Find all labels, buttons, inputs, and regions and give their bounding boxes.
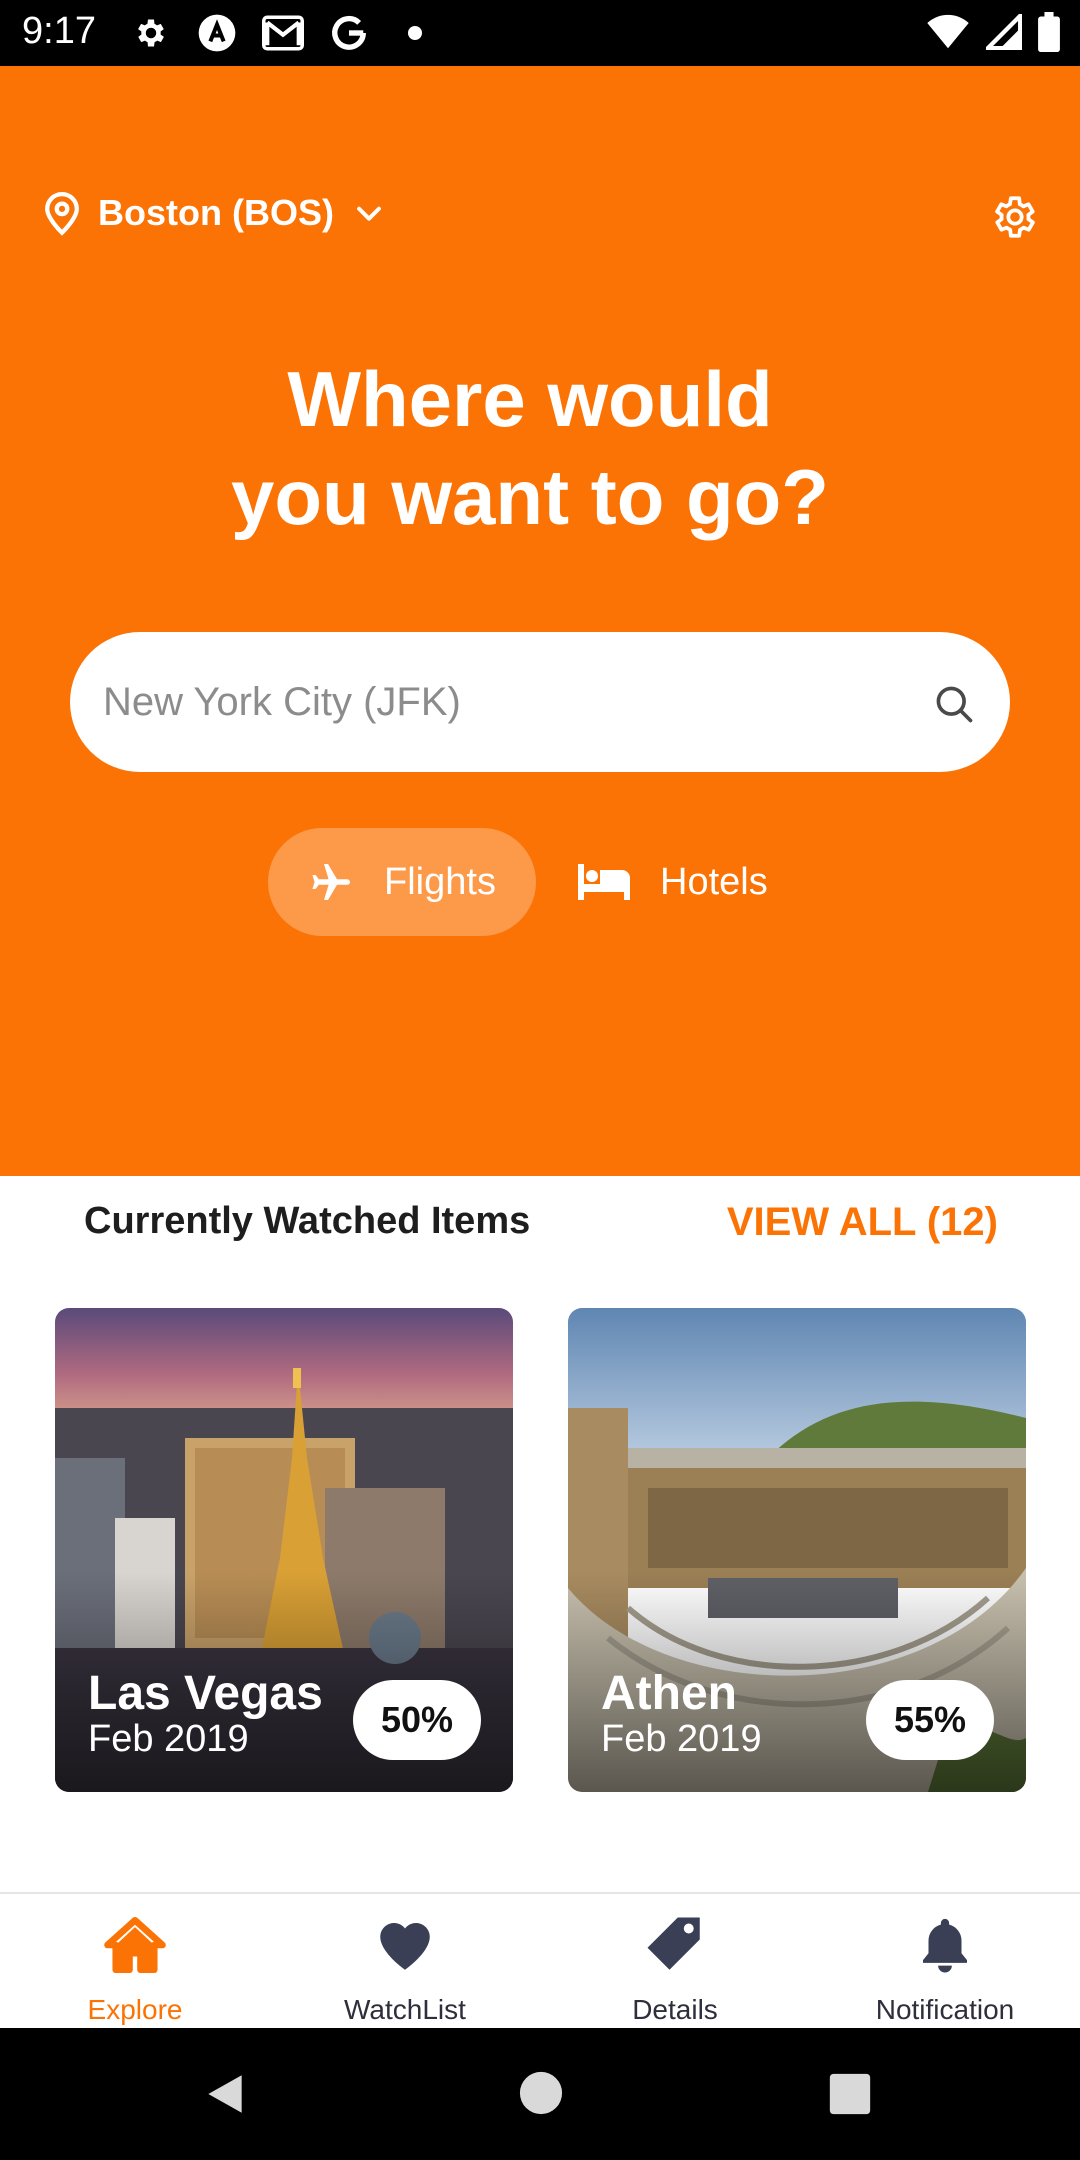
nav-watchlist[interactable]: WatchList <box>270 1894 540 2030</box>
card-date: Feb 2019 <box>88 1718 249 1760</box>
nav-explore-label: Explore <box>87 1994 183 2025</box>
tab-flights[interactable]: Flights <box>268 828 536 936</box>
nav-details-label: Details <box>632 1994 718 2025</box>
tab-hotels-label: Hotels <box>660 860 768 903</box>
heart-icon <box>380 1923 430 1970</box>
wifi-icon <box>926 14 970 55</box>
watched-card-las-vegas[interactable]: Las Vegas Feb 2019 50% <box>55 1308 513 1792</box>
nav-details[interactable]: Details <box>540 1894 810 2030</box>
home-icon <box>104 1916 166 1974</box>
headline-line-2: you want to go? <box>231 453 829 541</box>
card-destination: Las Vegas <box>88 1667 323 1720</box>
card-destination: Athen <box>601 1667 737 1720</box>
search-icon[interactable] <box>932 682 976 726</box>
card-date: Feb 2019 <box>601 1718 762 1760</box>
tab-hotels[interactable]: Hotels <box>576 828 768 936</box>
section-title: Currently Watched Items <box>84 1200 531 1242</box>
battery-icon <box>1038 12 1060 57</box>
home-button-icon[interactable] <box>518 2070 564 2116</box>
location-label: Boston (BOS) <box>98 192 334 233</box>
signal-icon <box>982 10 1023 55</box>
notification-icons <box>130 12 436 54</box>
tag-icon <box>647 1917 700 1970</box>
watched-card-athen[interactable]: Athen Feb 2019 55% <box>568 1308 1026 1792</box>
nav-notification-label: Notification <box>875 1994 1015 2025</box>
dot-icon <box>394 12 436 54</box>
bell-icon <box>923 1918 967 1973</box>
card-percent-badge: 50% <box>353 1680 481 1760</box>
back-icon[interactable] <box>200 2068 250 2120</box>
headline-line-1: Where would <box>287 355 773 443</box>
view-all-link[interactable]: VIEW ALL (12) <box>727 1200 998 1245</box>
gmail-icon <box>262 12 304 54</box>
location-pin-icon <box>45 192 79 236</box>
system-status <box>926 10 1060 57</box>
google-icon <box>328 12 370 54</box>
location-selector[interactable]: Boston (BOS) <box>42 190 386 236</box>
system-nav-bar <box>0 2028 1080 2160</box>
settings-icon <box>130 12 172 54</box>
nav-explore[interactable]: Explore <box>0 1894 270 2030</box>
a-icon <box>196 12 238 54</box>
nav-watchlist-label: WatchList <box>344 1994 466 2025</box>
plane-icon <box>312 864 351 900</box>
gear-icon[interactable] <box>990 192 1040 242</box>
recents-icon[interactable] <box>828 2072 872 2116</box>
search-bar <box>70 632 1010 772</box>
tab-flights-label: Flights <box>384 860 496 903</box>
search-input[interactable] <box>103 668 903 736</box>
status-time: 9:17 <box>22 10 96 52</box>
bed-icon <box>578 864 630 900</box>
page-title: Where would you want to go? <box>0 350 1060 546</box>
status-bar: 9:17 <box>0 0 1080 66</box>
bottom-nav: Explore WatchList Details Notification <box>0 1892 1080 2028</box>
chevron-down-icon <box>357 206 381 221</box>
hero-wave <box>0 1040 1080 1163</box>
card-percent-badge: 55% <box>866 1680 994 1760</box>
nav-notification[interactable]: Notification <box>810 1894 1080 2030</box>
